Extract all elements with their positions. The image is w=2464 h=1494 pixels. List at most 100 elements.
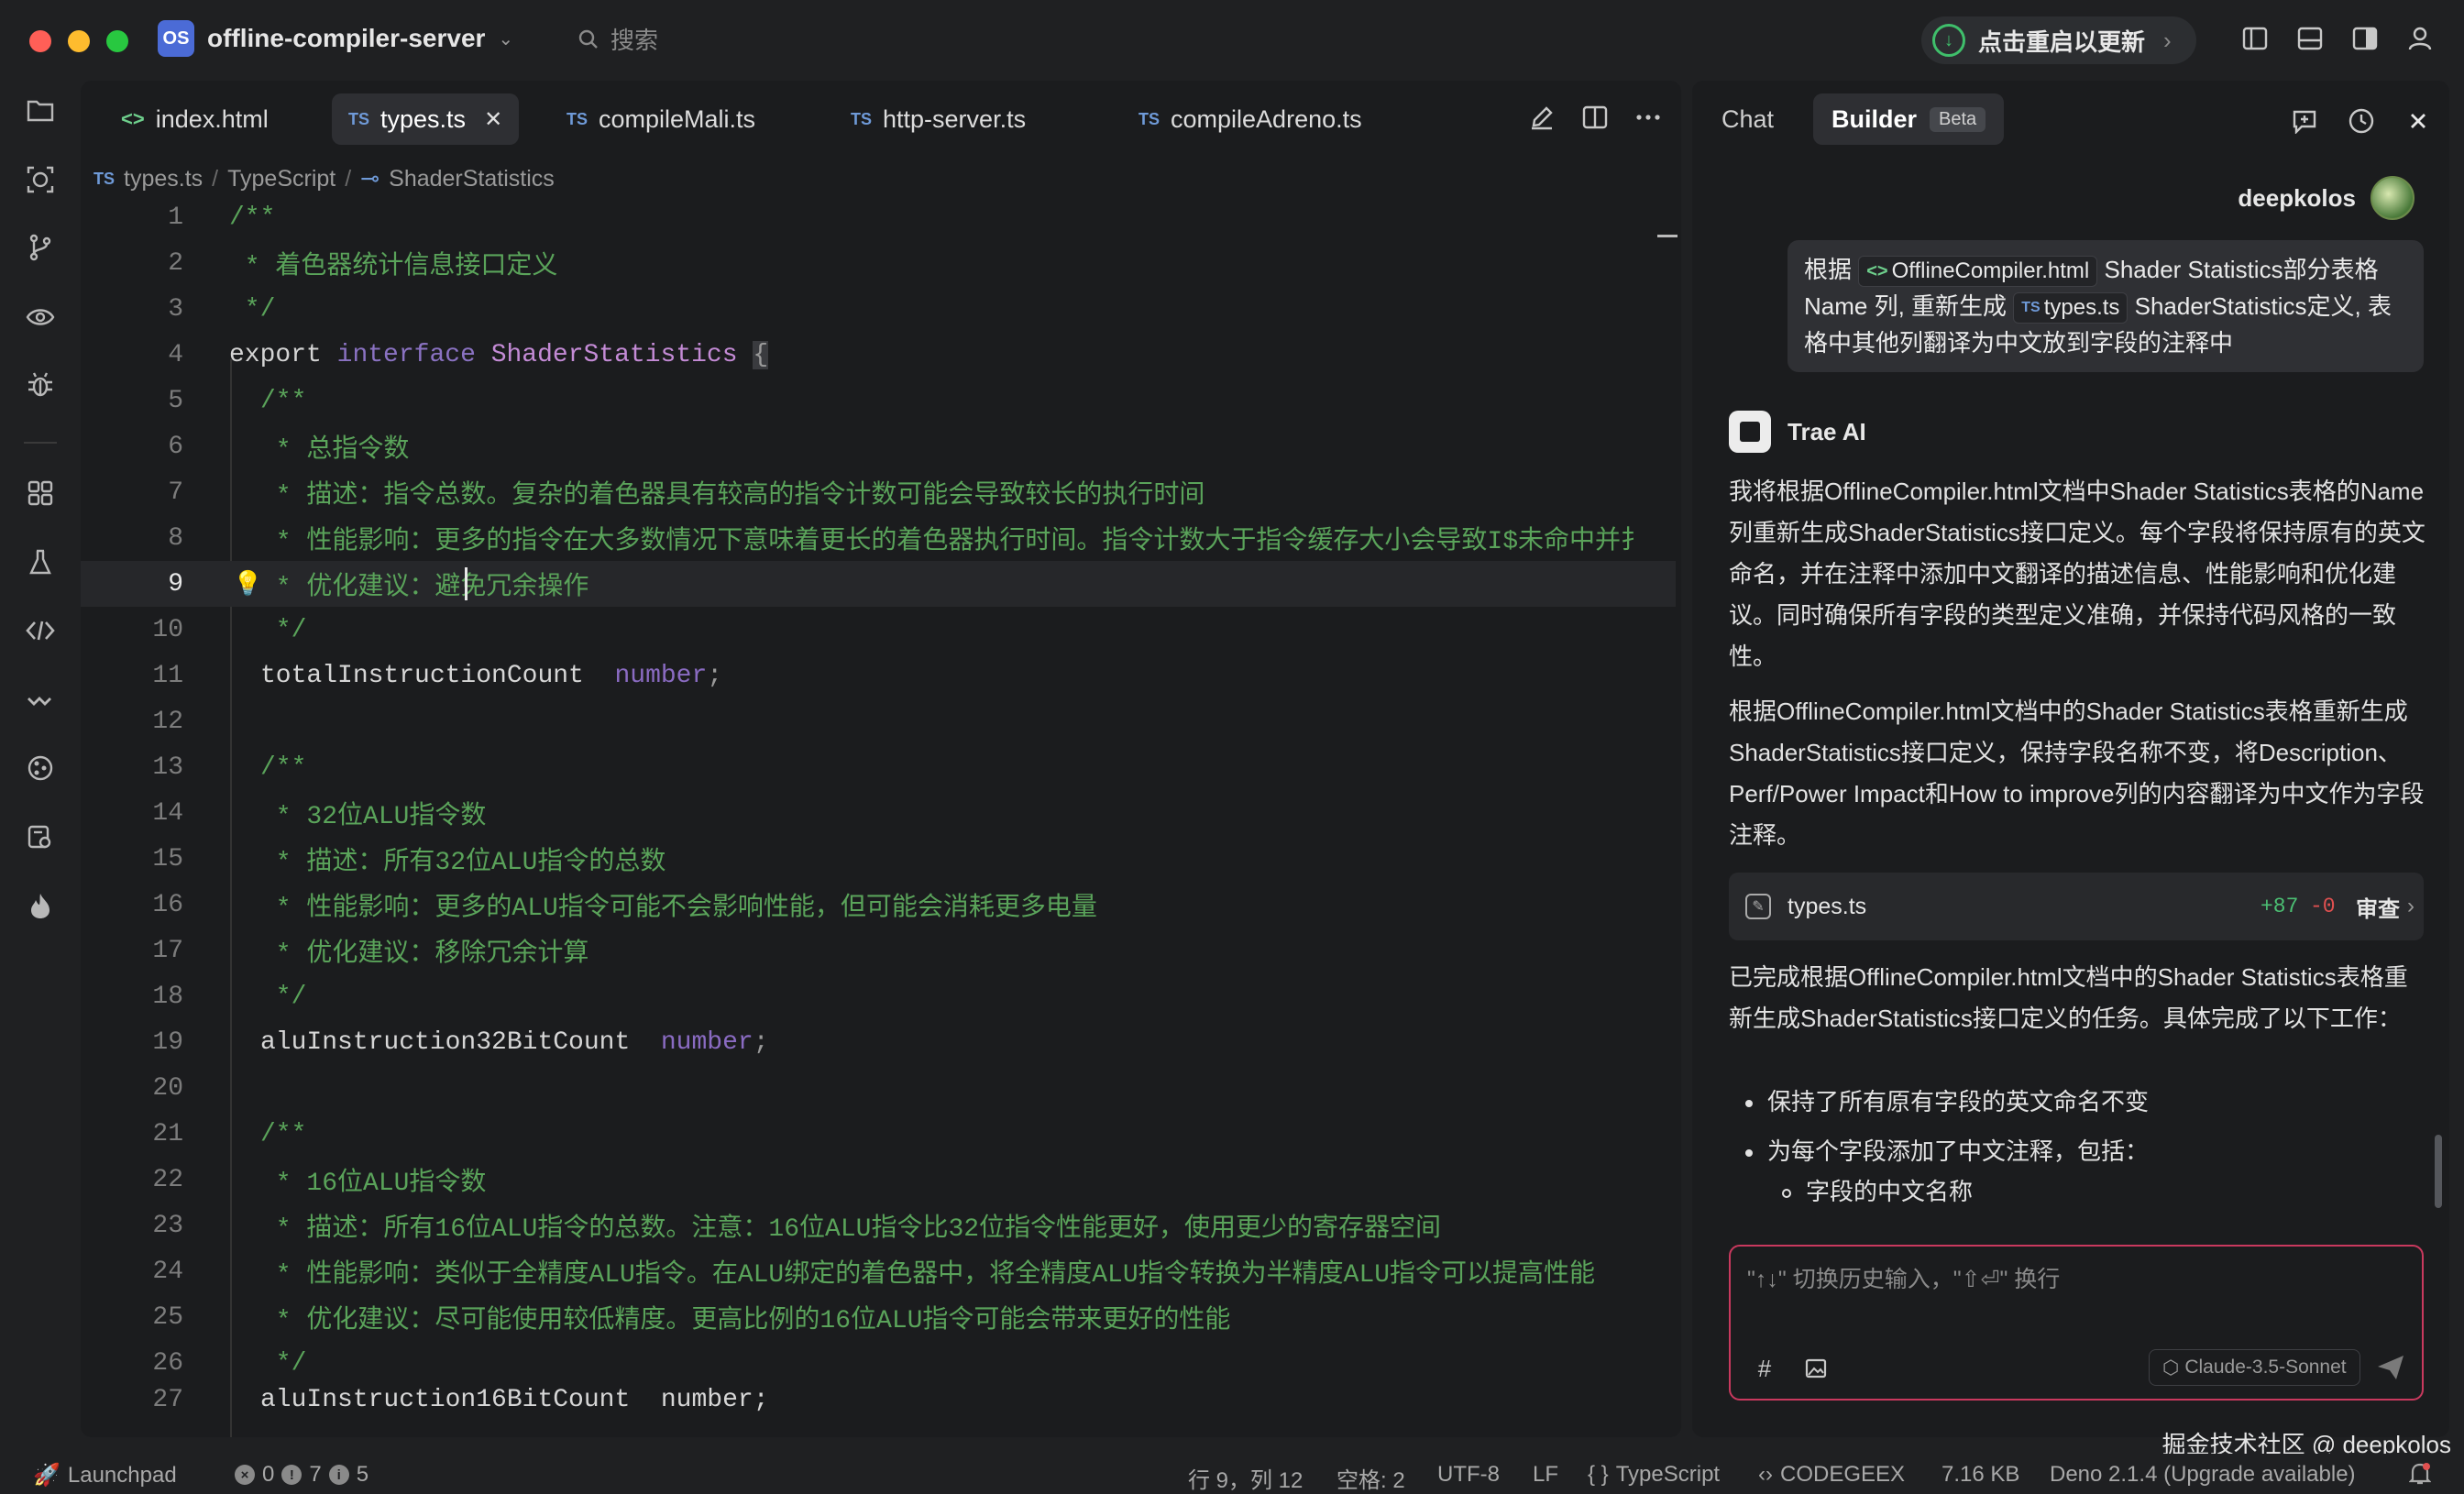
minimize-window-button[interactable]	[68, 30, 90, 52]
code-line: 6 * 总指令数	[168, 432, 410, 466]
extensions-icon[interactable]	[22, 475, 59, 511]
toggle-right-panel-icon[interactable]	[2350, 24, 2380, 53]
editor-scrollbar[interactable]	[1657, 194, 1670, 1423]
maximize-window-button[interactable]	[106, 30, 128, 52]
ts-file-icon: TS	[348, 109, 370, 128]
code-line: 5/**	[168, 386, 307, 415]
code-line: 8 * 性能影响：更多的指令在大多数情况下意味着更长的着色器执行时间。指令计数大…	[168, 523, 1647, 557]
encoding[interactable]: UTF-8	[1437, 1462, 1500, 1488]
send-button[interactable]	[2372, 1349, 2409, 1386]
editor-tabs: <> index.html TS types.ts ✕ TS compileMa…	[81, 81, 1681, 154]
model-selector[interactable]: ⬡ Claude-3.5-Sonnet	[2149, 1349, 2360, 1386]
ai-chat-panel: Chat Builder Beta deepkolos 根据 <> Offline…	[1692, 81, 2449, 1437]
breadcrumb-lang[interactable]: TypeScript	[227, 166, 336, 192]
close-icon[interactable]: ✕	[484, 106, 502, 133]
flame-icon[interactable]	[22, 887, 59, 924]
flask-icon[interactable]	[22, 544, 59, 581]
history-icon[interactable]	[2347, 106, 2376, 136]
code-line: 13/**	[152, 752, 307, 782]
tab-http-server-ts[interactable]: TS http-server.ts	[834, 93, 1042, 145]
search-box[interactable]: 搜索	[578, 22, 658, 56]
tab-builder[interactable]: Builder Beta	[1813, 93, 2005, 145]
restart-update-button[interactable]: ↓ 点击重启以更新 ›	[1921, 16, 2196, 64]
file-reference-chip[interactable]: TS types.ts	[2013, 292, 2128, 324]
warning-icon: !	[281, 1465, 302, 1485]
tab-compilemali-ts[interactable]: TS compileMali.ts	[550, 93, 772, 145]
user-message: 根据 <> OfflineCompiler.html Shader Statist…	[1788, 240, 2424, 372]
code-icon[interactable]	[22, 612, 59, 649]
tab-types-ts[interactable]: TS types.ts ✕	[332, 93, 520, 145]
source-control-icon[interactable]	[22, 229, 59, 266]
new-chat-icon[interactable]	[2290, 106, 2319, 136]
code-line: 26 */	[152, 1348, 307, 1378]
breadcrumb-file[interactable]: types.ts	[124, 166, 203, 192]
breadcrumb-separator: /	[212, 165, 219, 192]
tab-chat[interactable]: Chat	[1703, 93, 1792, 145]
eye-icon[interactable]	[22, 299, 59, 335]
wave-icon[interactable]	[22, 682, 59, 719]
bell-icon[interactable]	[2409, 1462, 2431, 1486]
list-item: 字段的中文名称	[1782, 1171, 1973, 1213]
project-switcher[interactable]: OS offline-compiler-server ⌄	[158, 20, 513, 57]
close-icon[interactable]	[2404, 106, 2433, 136]
assistant-name: Trae AI	[1788, 417, 1866, 445]
file-change-card[interactable]: ✎ types.ts +87 -0 审查 ›	[1729, 873, 2424, 940]
toggle-panel-icon[interactable]	[2295, 24, 2325, 53]
toggle-sidebar-icon[interactable]	[2240, 24, 2270, 53]
lightbulb-icon[interactable]: 💡	[233, 570, 262, 599]
breadcrumb: TS types.ts / TypeScript / ⊸ ShaderStati…	[94, 165, 555, 192]
code-line: 2 * 着色器统计信息接口定义	[168, 248, 558, 282]
problems-item[interactable]: × 0 ! 7 i5	[235, 1462, 368, 1488]
code-line: 3 */	[168, 294, 276, 324]
hash-icon[interactable]: #	[1751, 1355, 1778, 1382]
chat-scrollbar[interactable]	[2435, 1135, 2442, 1208]
file-reference-chip[interactable]: <> OfflineCompiler.html	[1858, 256, 2098, 288]
code-line: 25 * 优化建议：尽可能使用较低精度。更高比例的16位ALU指令可能会带来更好…	[152, 1302, 1231, 1336]
more-icon[interactable]	[1634, 103, 1663, 132]
tab-index-html[interactable]: <> index.html	[104, 93, 285, 145]
git-icon[interactable]	[22, 750, 59, 786]
code-line: 7 * 描述：指令总数。复杂的着色器具有较高的指令计数可能会导致较长的执行时间	[168, 478, 1205, 511]
chevron-right-icon: ›	[2163, 26, 2172, 54]
code-area[interactable]: 1/** 2 * 着色器统计信息接口定义 3 */ 4 export interf…	[81, 194, 1681, 1437]
cube-icon: ⬡	[2162, 1357, 2180, 1379]
close-window-button[interactable]	[29, 30, 51, 52]
codegeex-item[interactable]: ‹› CODEGEEX	[1758, 1462, 1905, 1488]
ts-file-icon: TS	[851, 109, 873, 128]
code-line: 18 */	[152, 982, 307, 1011]
search-icon	[578, 29, 598, 49]
cursor-position[interactable]: 行 9，列 12	[1188, 1462, 1303, 1494]
send-icon	[2378, 1356, 2404, 1379]
image-icon[interactable]	[1802, 1355, 1830, 1382]
debug-icon[interactable]	[22, 367, 59, 403]
line-ending[interactable]: LF	[1533, 1462, 1558, 1488]
editor-panel: <> index.html TS types.ts ✕ TS compileMa…	[81, 81, 1681, 1437]
additions-count: +87	[2260, 895, 2299, 918]
launchpad-item[interactable]: 🚀 Launchpad	[33, 1462, 177, 1489]
search-code-icon[interactable]	[22, 161, 59, 198]
edit-icon[interactable]	[1527, 103, 1556, 132]
tab-compileadreno-ts[interactable]: TS compileAdreno.ts	[1122, 93, 1379, 145]
settings-search-icon[interactable]	[22, 819, 59, 856]
assistant-paragraph: 已完成根据OfflineCompiler.html文档中的Shader Stat…	[1729, 963, 2408, 1032]
tab-label: types.ts	[380, 104, 467, 133]
review-button[interactable]: 审查	[2356, 891, 2400, 923]
language-mode[interactable]: { } TypeScript	[1588, 1462, 1720, 1488]
code-line: 10 */	[152, 615, 307, 644]
split-editor-icon[interactable]	[1580, 103, 1610, 132]
tab-label: compileAdreno.ts	[1171, 104, 1362, 133]
code-line: 14 * 32位ALU指令数	[152, 798, 487, 832]
download-icon: ↓	[1932, 24, 1965, 57]
interface-symbol-icon: ⊸	[360, 166, 380, 192]
account-icon[interactable]	[2405, 24, 2435, 53]
model-name: Claude-3.5-Sonnet	[2184, 1357, 2347, 1378]
breadcrumb-symbol[interactable]: ShaderStatistics	[389, 166, 555, 192]
files-icon[interactable]	[22, 92, 59, 128]
runtime-version[interactable]: Deno 2.1.4 (Upgrade available)	[2050, 1462, 2356, 1488]
edit-file-icon: ✎	[1745, 894, 1771, 919]
user-name: deepkolos	[2238, 183, 2356, 212]
assistant-paragraph: 我将根据OfflineCompiler.html文档中Shader Statis…	[1729, 478, 2426, 670]
indentation[interactable]: 空格: 2	[1336, 1462, 1405, 1494]
chat-input[interactable]: "↑↓" 切换历史输入，"⇧⏎" 换行 # ⬡ Claude-3.5-Sonne…	[1729, 1245, 2424, 1401]
changed-file-name: types.ts	[1788, 893, 1867, 919]
